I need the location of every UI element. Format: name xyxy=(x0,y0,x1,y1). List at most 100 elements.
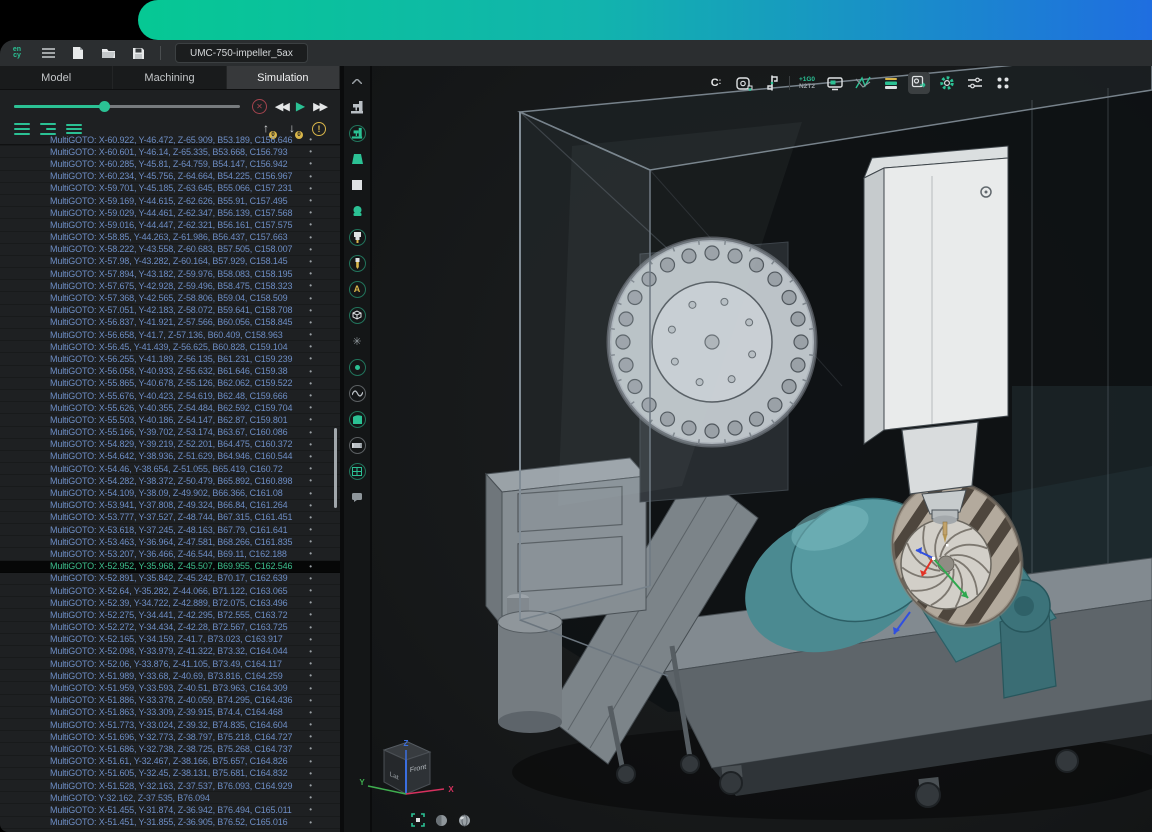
surface-icon[interactable] xyxy=(346,408,368,430)
gcode-row[interactable]: MultiGOTO: X-58.222, Y-43.558, Z-60.683,… xyxy=(0,244,340,256)
slider-thumb[interactable] xyxy=(99,101,110,112)
gcode-row[interactable]: MultiGOTO: X-55.626, Y-40.355, Z-54.484,… xyxy=(0,402,340,414)
cylinder-icon[interactable] xyxy=(346,434,368,456)
fit-view-icon[interactable] xyxy=(410,812,426,828)
gcode-row[interactable]: MultiGOTO: X-54.829, Y-39.219, Z-52.201,… xyxy=(0,439,340,451)
gcode-row[interactable]: MultiGOTO: X-51.959, Y-33.593, Z-40.51, … xyxy=(0,682,340,694)
menu-icon[interactable] xyxy=(40,45,56,61)
gcode-row[interactable]: MultiGOTO: X-59.016, Y-44.447, Z-62.321,… xyxy=(0,219,340,231)
gcode-row[interactable]: MultiGOTO: X-51.886, Y-33.378, Z-40.059,… xyxy=(0,695,340,707)
gcode-row[interactable]: MultiGOTO: X-51.61, Y-32.467, Z-38.166, … xyxy=(0,756,340,768)
save-document-icon[interactable] xyxy=(130,45,146,61)
gcode-row[interactable]: MultiGOTO: X-56.837, Y-41.921, Z-57.566,… xyxy=(0,317,340,329)
gcode-row[interactable]: MultiGOTO: Y-32.162, Z-37.535, B76.094• xyxy=(0,792,340,804)
gcode-row[interactable]: MultiGOTO: X-51.528, Y-32.163, Z-37.537,… xyxy=(0,780,340,792)
gcode-row[interactable]: MultiGOTO: X-51.989, Y-33.68, Z-40.69, B… xyxy=(0,670,340,682)
gcode-row[interactable]: MultiGOTO: X-56.45, Y-41.439, Z-56.625, … xyxy=(0,341,340,353)
list-detailed-icon[interactable] xyxy=(66,124,82,134)
rendered-view-icon[interactable] xyxy=(456,812,472,828)
machine-3d-scene[interactable] xyxy=(372,66,1152,832)
display-options-icon[interactable] xyxy=(964,72,986,94)
play-button[interactable]: ▶ xyxy=(296,99,305,113)
gcode-row[interactable]: MultiGOTO: X-56.058, Y-40.933, Z-55.632,… xyxy=(0,366,340,378)
c-axis-toggle[interactable]: C: xyxy=(705,72,727,94)
stock-target-icon[interactable] xyxy=(346,148,368,170)
stock-layers-icon[interactable] xyxy=(880,72,902,94)
gcode-row[interactable]: MultiGOTO: X-51.773, Y-33.024, Z-39.32, … xyxy=(0,719,340,731)
gcode-row[interactable]: MultiGOTO: X-57.368, Y-42.565, Z-58.806,… xyxy=(0,292,340,304)
stop-button[interactable]: ✕ xyxy=(252,99,267,114)
gcode-row[interactable]: MultiGOTO: X-53.777, Y-37.527, Z-48.744,… xyxy=(0,512,340,524)
gcode-row[interactable]: MultiGOTO: X-53.941, Y-37.808, Z-49.324,… xyxy=(0,500,340,512)
machine-simulation-icon[interactable] xyxy=(346,122,368,144)
gcode-row[interactable]: MultiGOTO: X-59.029, Y-44.461, Z-62.347,… xyxy=(0,207,340,219)
gcode-row[interactable]: MultiGOTO: X-56.255, Y-41.189, Z-56.135,… xyxy=(0,353,340,365)
gcode-row[interactable]: MultiGOTO: X-57.894, Y-43.182, Z-59.976,… xyxy=(0,268,340,280)
gcode-row[interactable]: MultiGOTO: X-54.46, Y-38.654, Z-51.055, … xyxy=(0,463,340,475)
chips-icon[interactable]: ✳ xyxy=(346,330,368,352)
simulation-progress-slider[interactable] xyxy=(14,105,240,108)
point-icon[interactable] xyxy=(346,356,368,378)
collapse-icon[interactable] xyxy=(346,70,368,92)
tool-holder-icon[interactable] xyxy=(346,226,368,248)
gcode-row[interactable]: MultiGOTO: X-60.285, Y-45.81, Z-64.759, … xyxy=(0,158,340,170)
machine-3d-viewport[interactable]: C: +1G0 N2T2 xyxy=(372,66,1152,832)
gcode-row[interactable]: MultiGOTO: X-52.098, Y-33.979, Z-41.322,… xyxy=(0,646,340,658)
gcode-row-selected[interactable]: MultiGOTO: X-52.952, Y-35.968, Z-45.507,… xyxy=(0,561,340,573)
gcode-row[interactable]: MultiGOTO: X-54.109, Y-38.09, Z-49.902, … xyxy=(0,487,340,499)
gcode-row[interactable]: MultiGOTO: X-55.503, Y-40.186, Z-54.147,… xyxy=(0,414,340,426)
workpiece-icon[interactable] xyxy=(346,174,368,196)
toolpath-trace-icon[interactable] xyxy=(852,72,874,94)
stock-box-icon[interactable] xyxy=(346,304,368,326)
gcode-row[interactable]: MultiGOTO: X-52.39, Y-34.722, Z-42.889, … xyxy=(0,597,340,609)
tab-simulation[interactable]: Simulation xyxy=(227,66,340,89)
tool-icon[interactable] xyxy=(346,252,368,274)
notes-icon[interactable] xyxy=(346,486,368,508)
mesh-icon[interactable] xyxy=(346,460,368,482)
open-document-icon[interactable] xyxy=(100,45,116,61)
gcode-row[interactable]: MultiGOTO: X-57.98, Y-43.282, Z-60.164, … xyxy=(0,256,340,268)
caliper-icon[interactable] xyxy=(761,72,783,94)
new-document-icon[interactable] xyxy=(70,45,86,61)
gcode-row[interactable]: MultiGOTO: X-60.922, Y-46.472, Z-65.909,… xyxy=(0,134,340,146)
document-tab[interactable]: UMC-750-impeller_5ax xyxy=(175,43,308,63)
gcode-row[interactable]: MultiGOTO: X-52.06, Y-33.876, Z-41.105, … xyxy=(0,658,340,670)
gcode-row[interactable]: MultiGOTO: X-54.282, Y-38.372, Z-50.479,… xyxy=(0,475,340,487)
gcode-row[interactable]: MultiGOTO: X-52.275, Y-34.441, Z-42.295,… xyxy=(0,609,340,621)
gcode-row[interactable]: MultiGOTO: X-51.863, Y-33.309, Z-39.915,… xyxy=(0,707,340,719)
tab-model[interactable]: Model xyxy=(0,66,113,89)
gcode-row[interactable]: MultiGOTO: X-51.686, Y-32.738, Z-38.725,… xyxy=(0,743,340,755)
gcode-row[interactable]: MultiGOTO: X-51.451, Y-31.855, Z-36.905,… xyxy=(0,817,340,829)
simulation-settings-gear-icon[interactable] xyxy=(936,72,958,94)
gcode-row[interactable]: MultiGOTO: X-55.865, Y-40.678, Z-55.126,… xyxy=(0,378,340,390)
gcode-row[interactable]: MultiGOTO: X-53.207, Y-36.466, Z-46.544,… xyxy=(0,548,340,560)
app-logo-icon[interactable]: en cy xyxy=(8,44,26,62)
fixture-icon[interactable]: A xyxy=(346,278,368,300)
gcode-row[interactable]: MultiGOTO: X-52.272, Y-34.434, Z-42.28, … xyxy=(0,622,340,634)
gcode-row[interactable]: MultiGOTO: X-52.891, Y-35.842, Z-45.242,… xyxy=(0,573,340,585)
follow-tool-button[interactable] xyxy=(908,72,930,94)
gcode-row[interactable]: MultiGOTO: X-60.601, Y-46.14, Z-65.335, … xyxy=(0,146,340,158)
gcode-row[interactable]: MultiGOTO: X-52.64, Y-35.282, Z-44.066, … xyxy=(0,585,340,597)
gcode-row[interactable]: MultiGOTO: X-57.675, Y-42.928, Z-59.496,… xyxy=(0,280,340,292)
layout-grid-icon[interactable] xyxy=(992,72,1014,94)
gcode-row[interactable]: MultiGOTO: X-54.642, Y-38.936, Z-51.629,… xyxy=(0,451,340,463)
tab-machining[interactable]: Machining xyxy=(113,66,226,89)
list-scrollbar[interactable] xyxy=(334,428,337,508)
shaded-view-icon[interactable] xyxy=(433,812,449,828)
gcode-row[interactable]: MultiGOTO: X-58.85, Y-44.263, Z-61.986, … xyxy=(0,232,340,244)
gcode-row[interactable]: MultiGOTO: X-60.234, Y-45.756, Z-64.664,… xyxy=(0,171,340,183)
gcode-row[interactable]: MultiGOTO: X-51.696, Y-32.773, Z-38.797,… xyxy=(0,731,340,743)
rewind-button[interactable]: ◀◀ xyxy=(275,100,288,113)
machine-icon[interactable] xyxy=(346,96,368,118)
gcode-row[interactable]: MultiGOTO: X-59.701, Y-45.185, Z-63.645,… xyxy=(0,183,340,195)
gcode-row[interactable]: MultiGOTO: X-57.051, Y-42.183, Z-58.072,… xyxy=(0,305,340,317)
gcode-row[interactable]: MultiGOTO: X-52.165, Y-34.159, Z-41.7, B… xyxy=(0,634,340,646)
stock-icon[interactable] xyxy=(346,200,368,222)
gcode-row[interactable]: MultiGOTO: X-51.605, Y-32.45, Z-38.131, … xyxy=(0,768,340,780)
gcode-row[interactable]: MultiGOTO: X-59.169, Y-44.615, Z-62.626,… xyxy=(0,195,340,207)
fast-forward-button[interactable]: ▶▶ xyxy=(313,100,326,113)
gcode-row[interactable]: MultiGOTO: X-53.618, Y-37.245, Z-48.163,… xyxy=(0,524,340,536)
gcode-row[interactable]: MultiGOTO: X-51.455, Y-31.874, Z-36.942,… xyxy=(0,804,340,816)
gcode-row[interactable]: MultiGOTO: X-55.166, Y-39.702, Z-53.174,… xyxy=(0,427,340,439)
